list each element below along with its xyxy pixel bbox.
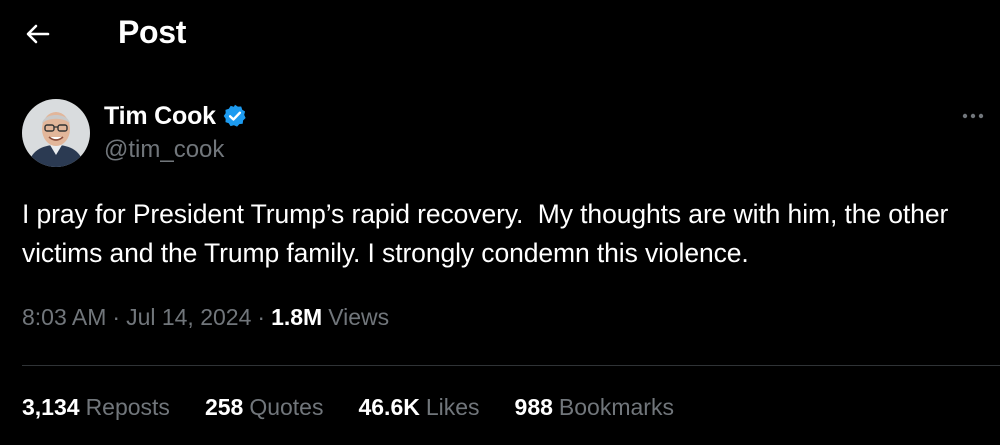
top-bar: Post [0, 0, 1000, 68]
stat-count: 46.6K [358, 394, 420, 420]
author-name[interactable]: Tim Cook [104, 102, 216, 131]
post-time[interactable]: 8:03 AM [22, 304, 106, 331]
stat-label: Bookmarks [558, 394, 674, 420]
post-meta: 8:03 AM · Jul 14, 2024 · 1.8M Views [22, 304, 389, 331]
back-button[interactable] [22, 18, 54, 50]
more-horizontal-icon [962, 113, 984, 119]
author-handle[interactable]: @tim_cook [104, 136, 224, 164]
views-label: Views [328, 304, 390, 330]
more-options-button[interactable] [954, 104, 994, 128]
engagement-stats: 3,134 Reposts 258 Quotes 46.6K Likes 988 Boo… [22, 394, 709, 421]
stat-label: Likes [425, 394, 480, 420]
views-count: 1.8M [271, 304, 323, 330]
stat-label: Reposts [85, 394, 170, 420]
meta-separator: · [257, 304, 266, 330]
stat-label: Quotes [249, 394, 324, 420]
stat-count: 988 [514, 394, 553, 420]
bookmarks-stat[interactable]: 988 Bookmarks [515, 394, 674, 421]
likes-stat[interactable]: 46.6K Likes [358, 394, 479, 421]
quotes-stat[interactable]: 258 Quotes [205, 394, 324, 421]
arrow-left-icon [26, 24, 50, 44]
stat-count: 258 [204, 394, 244, 420]
user-avatar [22, 99, 90, 167]
post-text: I pray for President Trump’s rapid recov… [22, 199, 956, 268]
divider [22, 365, 1000, 366]
stat-count: 3,134 [22, 394, 80, 420]
reposts-stat[interactable]: 3,134 Reposts [22, 394, 170, 421]
post-date[interactable]: Jul 14, 2024 [126, 304, 251, 331]
author-name-row: Tim Cook [104, 99, 248, 133]
page-title: Post [118, 14, 187, 50]
meta-separator: · [112, 304, 121, 330]
verified-badge-icon [223, 104, 246, 127]
avatar[interactable] [22, 99, 90, 167]
